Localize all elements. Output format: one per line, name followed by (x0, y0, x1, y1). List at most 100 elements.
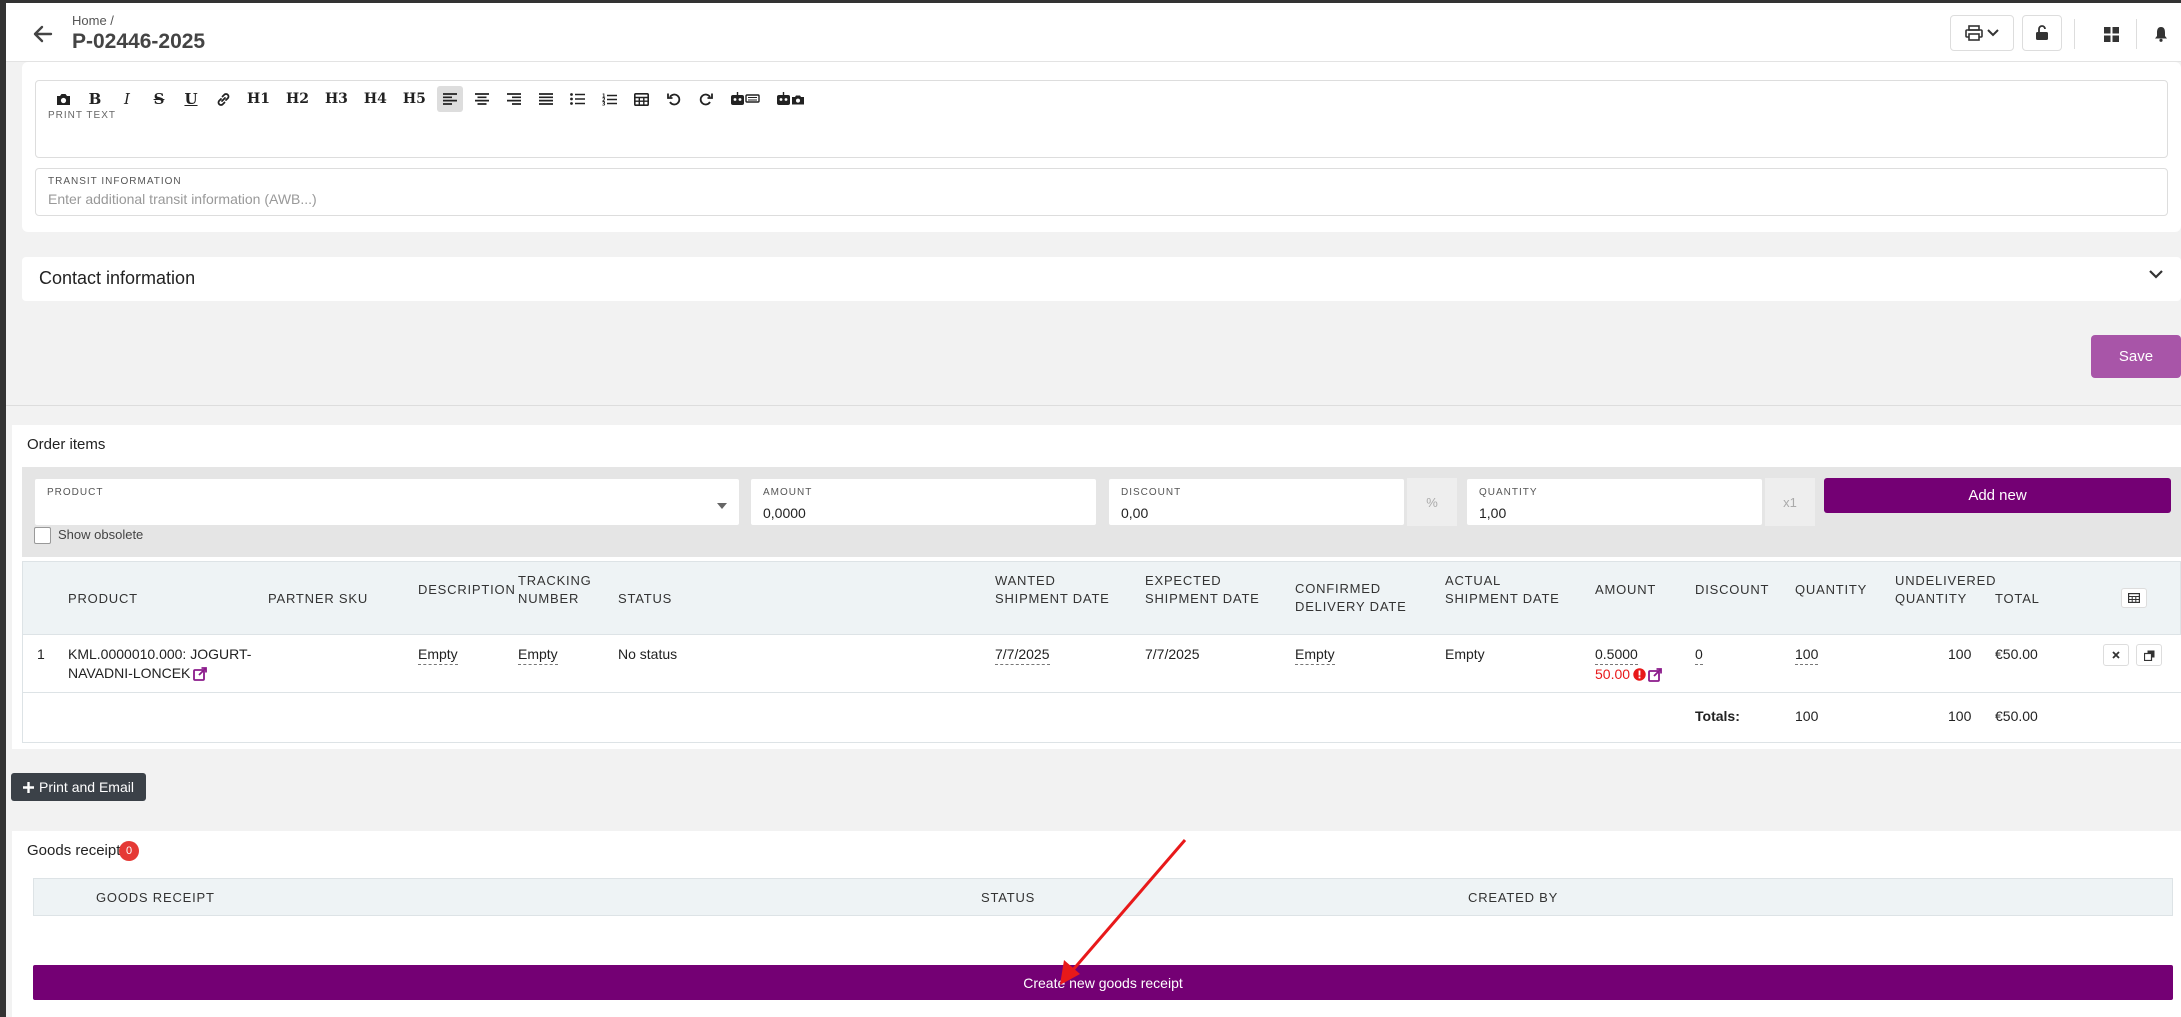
row-expected-shipment-date: 7/7/2025 (1145, 646, 1200, 662)
col-tracking-number[interactable]: TRACKING NUMBER (518, 572, 592, 608)
col-amount[interactable]: AMOUNT (1595, 581, 1656, 599)
discount-field[interactable]: DISCOUNT 0,00 (1108, 478, 1405, 526)
quantity-field[interactable]: QUANTITY 1,00 (1466, 478, 1763, 526)
col-total[interactable]: TOTAL (1995, 590, 2040, 608)
col-undelivered-quantity[interactable]: UNDELIVERED QUANTITY (1895, 572, 1996, 608)
table-row: 1 KML.0000010.000: JOGURT- NAVADNI-LONCE… (22, 635, 2181, 693)
col-goods-receipt[interactable]: GOODS RECEIPT (96, 889, 215, 907)
col-undelivered-line1: UNDELIVERED (1895, 573, 1997, 588)
robot-keyboard-icon[interactable] (725, 86, 765, 112)
row-quantity[interactable]: 100 (1795, 645, 1819, 665)
camera-icon[interactable] (50, 86, 76, 112)
back-arrow-icon (33, 25, 53, 43)
align-right-icon[interactable] (501, 86, 527, 112)
heading-1-icon[interactable]: H1 (242, 86, 275, 112)
col-description[interactable]: DESCRIPTION (418, 581, 516, 599)
window-left-border (0, 0, 6, 1017)
strikethrough-icon[interactable]: S (146, 86, 172, 112)
column-settings-button[interactable] (2121, 588, 2147, 608)
col-product[interactable]: PRODUCT (68, 590, 138, 608)
caret-down-icon (717, 503, 727, 509)
print-text-label: PRINT TEXT (48, 111, 116, 119)
header-divider (2136, 19, 2137, 49)
redo-icon[interactable] (693, 86, 719, 112)
print-text-editor[interactable]: B I S U H1 H2 H3 H4 H5 123 PRINT TEXT (35, 80, 2168, 158)
chevron-down-icon[interactable] (2149, 269, 2163, 279)
col-status[interactable]: STATUS (618, 590, 672, 608)
justify-icon[interactable] (533, 86, 559, 112)
heading-5-icon[interactable]: H5 (398, 86, 431, 112)
totals-quantity: 100 (1795, 708, 1819, 724)
col-created-by[interactable]: CREATED BY (1468, 889, 1558, 907)
quantity-value[interactable]: 1,00 (1479, 505, 1506, 521)
show-obsolete-checkbox[interactable] (34, 527, 51, 544)
heading-3-icon[interactable]: H3 (320, 86, 353, 112)
col-partner-sku[interactable]: PARTNER SKU (268, 590, 368, 608)
row-amount-value[interactable]: 0.5000 (1595, 645, 1638, 665)
lock-button[interactable] (2022, 15, 2062, 51)
editor-toolbar: B I S U H1 H2 H3 H4 H5 123 (50, 85, 817, 113)
contact-information-section[interactable]: Contact information (22, 257, 2181, 301)
italic-icon[interactable]: I (114, 86, 140, 112)
transit-information-input[interactable] (48, 191, 1548, 207)
col-wanted-line2: SHIPMENT DATE (995, 591, 1110, 606)
col-discount[interactable]: DISCOUNT (1695, 581, 1769, 599)
create-goods-receipt-button[interactable]: Create new goods receipt (33, 965, 2173, 1000)
heading-2-icon[interactable]: H2 (281, 86, 314, 112)
notifications-button[interactable] (2146, 19, 2176, 49)
totals-label: Totals: (1695, 708, 1740, 724)
amount-value[interactable]: 0,0000 (763, 505, 806, 521)
transit-information-field[interactable]: TRANSIT INFORMATION (35, 168, 2168, 216)
row-tracking-number[interactable]: Empty (518, 645, 558, 665)
discount-value[interactable]: 0,00 (1121, 505, 1148, 521)
row-description[interactable]: Empty (418, 645, 458, 665)
col-quantity[interactable]: QUANTITY (1795, 581, 1867, 599)
order-items-table-header: PRODUCT PARTNER SKU DESCRIPTION TRACKING… (22, 561, 2181, 635)
print-dropdown-button[interactable] (1950, 15, 2014, 51)
heading-4-icon[interactable]: H4 (359, 86, 392, 112)
row-discount[interactable]: 0 (1695, 645, 1703, 665)
row-amount: 0.5000 50.00 (1595, 645, 1662, 684)
contact-information-title: Contact information (39, 268, 196, 288)
chevron-down-icon (1987, 29, 1999, 37)
col-actual-line1: ACTUAL (1445, 573, 1502, 588)
bullet-list-icon[interactable] (565, 86, 591, 112)
row-wanted-shipment-date[interactable]: 7/7/2025 (995, 645, 1050, 665)
col-confirmed-delivery-date[interactable]: CONFIRMED DELIVERY DATE (1295, 580, 1407, 616)
header-divider (2074, 19, 2075, 49)
back-button[interactable] (26, 19, 60, 49)
table-icon[interactable] (629, 86, 655, 112)
add-new-button[interactable]: Add new (1824, 478, 2171, 513)
section-divider (6, 405, 2181, 406)
print-and-email-button[interactable]: Print and Email (11, 773, 146, 801)
align-left-icon[interactable] (436, 86, 463, 112)
link-icon[interactable] (210, 86, 236, 112)
col-wanted-shipment-date[interactable]: WANTED SHIPMENT DATE (995, 572, 1110, 608)
col-actual-line2: SHIPMENT DATE (1445, 591, 1560, 606)
row-confirmed-delivery-date[interactable]: Empty (1295, 645, 1335, 665)
robot-camera-icon[interactable] (771, 86, 811, 112)
product-select[interactable]: PRODUCT (34, 478, 740, 526)
underline-icon[interactable]: U (178, 86, 204, 112)
col-actual-shipment-date[interactable]: ACTUAL SHIPMENT DATE (1445, 572, 1560, 608)
align-center-icon[interactable] (469, 86, 495, 112)
col-gr-status[interactable]: STATUS (981, 889, 1035, 907)
external-link-icon[interactable] (193, 666, 208, 681)
undo-icon[interactable] (661, 86, 687, 112)
breadcrumb[interactable]: Home / (72, 13, 114, 28)
goods-receipt-table-header: GOODS RECEIPT STATUS CREATED BY (33, 878, 2173, 916)
save-button[interactable]: Save (2091, 335, 2181, 378)
apps-grid-button[interactable] (2096, 19, 2126, 49)
col-expected-shipment-date[interactable]: EXPECTED SHIPMENT DATE (1145, 572, 1260, 608)
table-columns-icon (2128, 593, 2140, 603)
remove-row-button[interactable] (2103, 644, 2129, 666)
numbered-list-icon[interactable]: 123 (597, 86, 623, 112)
external-link-icon[interactable] (1648, 667, 1662, 682)
transit-information-label: TRANSIT INFORMATION (48, 176, 182, 187)
totals-row: Totals: 100 100 €50.00 (22, 693, 2181, 743)
plus-icon (23, 781, 35, 793)
amount-field[interactable]: AMOUNT 0,0000 (750, 478, 1097, 526)
copy-row-button[interactable] (2136, 644, 2162, 666)
bold-icon[interactable]: B (82, 86, 108, 112)
quantity-label: QUANTITY (1479, 487, 1538, 498)
